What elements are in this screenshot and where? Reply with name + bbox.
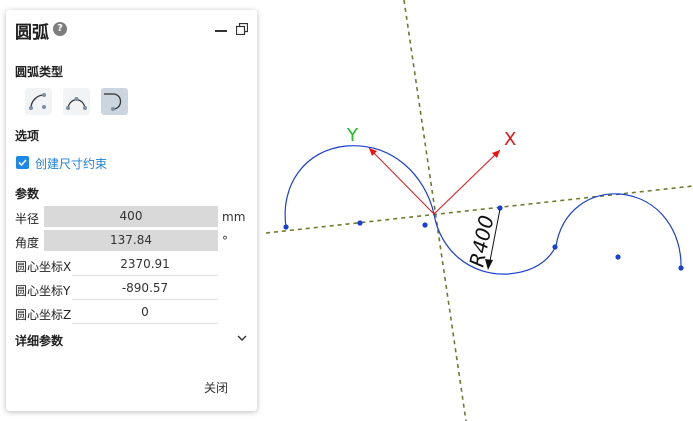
create-dimension-checkbox[interactable] <box>16 156 29 169</box>
panel-title: 圆弧 <box>15 23 49 43</box>
axis-x-label: X <box>504 129 516 150</box>
angle-label: 角度 <box>15 236 40 250</box>
angle-input[interactable]: 137.84 <box>44 230 218 252</box>
arc-endpoint[interactable] <box>552 244 558 250</box>
panel-header: 圆弧 ? <box>6 10 257 50</box>
arc-center-point[interactable] <box>615 254 621 260</box>
axis-x-line <box>433 149 501 215</box>
create-dimension-label[interactable]: 创建尺寸约束 <box>35 155 107 172</box>
details-label[interactable]: 详细参数 <box>15 332 63 349</box>
arc-center-point[interactable] <box>357 220 363 226</box>
tangent-arc-icon <box>104 93 122 111</box>
center-arc-icon <box>66 97 87 110</box>
vertical-guide-line <box>403 0 467 421</box>
angle-unit: ° <box>222 234 228 248</box>
restore-window-icon[interactable] <box>236 23 248 35</box>
arc-endpoint[interactable] <box>283 224 289 230</box>
radius-dimension-text[interactable]: R400 <box>464 213 498 269</box>
center-z-label: 圆心坐标Z <box>15 308 72 322</box>
arc-endpoint[interactable] <box>678 265 684 271</box>
params-label: 参数 <box>15 187 40 201</box>
radius-input[interactable]: 400 <box>44 206 218 228</box>
three-point-arc-button[interactable] <box>25 88 52 115</box>
center-y-value[interactable]: -890.57 <box>72 278 218 300</box>
radius-label: 半径 <box>15 212 40 226</box>
center-arc-button[interactable] <box>63 88 90 115</box>
arc-endpoint[interactable] <box>422 222 428 228</box>
three-point-arc-icon <box>29 93 46 110</box>
arc-property-panel: 圆弧 ? 圆弧类型 选项 创建尺寸约束 参数 半径 400 mm 角度 137.… <box>6 10 257 411</box>
center-x-value[interactable]: 2370.91 <box>72 254 218 276</box>
arc-type-label: 圆弧类型 <box>15 65 64 79</box>
close-button[interactable]: 关闭 <box>204 379 228 396</box>
axis-y-label: Y <box>346 125 359 146</box>
center-y-label: 圆心坐标Y <box>15 284 71 298</box>
arc-left[interactable] <box>284 145 435 228</box>
chevron-down-icon[interactable] <box>237 335 247 341</box>
axis-y-line <box>368 147 435 215</box>
radius-unit: mm <box>222 210 246 224</box>
options-label: 选项 <box>15 129 40 143</box>
minimize-icon[interactable] <box>215 30 227 32</box>
help-icon[interactable]: ? <box>53 22 67 36</box>
center-x-label: 圆心坐标X <box>15 260 72 274</box>
checkmark-icon <box>18 159 27 167</box>
center-z-value[interactable]: 0 <box>72 302 218 324</box>
tangent-arc-button[interactable] <box>101 88 128 115</box>
